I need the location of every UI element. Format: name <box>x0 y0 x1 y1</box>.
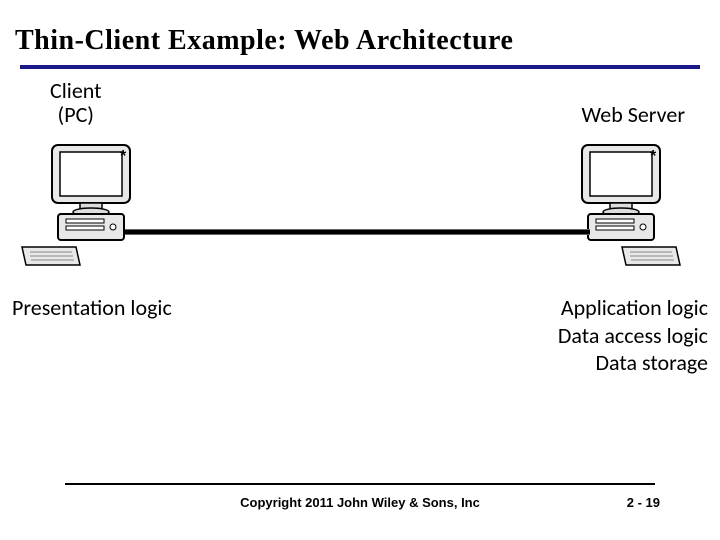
server-logic-label: Application logic Data access logic Data… <box>558 294 708 377</box>
server-label: Web Server <box>581 101 685 128</box>
footer-divider <box>65 483 655 485</box>
diagram: Client (PC) Web Server * * <box>0 69 720 399</box>
copyright-text: Copyright 2011 John Wiley & Sons, Inc <box>0 495 720 510</box>
svg-text:*: * <box>120 148 127 165</box>
server-logic-line3: Data storage <box>558 349 708 377</box>
page-number: 2 - 19 <box>627 495 660 510</box>
client-label-line2: (PC) <box>58 101 94 128</box>
client-logic-label: Presentation logic <box>12 294 172 321</box>
client-computer-icon: * <box>20 139 140 274</box>
client-label-line1: Client <box>50 77 102 104</box>
server-logic-line2: Data access logic <box>558 322 708 350</box>
slide-title: Thin-Client Example: Web Architecture <box>0 0 720 65</box>
svg-text:*: * <box>650 148 657 165</box>
server-logic-line1: Application logic <box>558 294 708 322</box>
network-connection <box>125 229 590 235</box>
client-label: Client (PC) <box>50 79 102 127</box>
server-computer-icon: * <box>562 139 682 274</box>
